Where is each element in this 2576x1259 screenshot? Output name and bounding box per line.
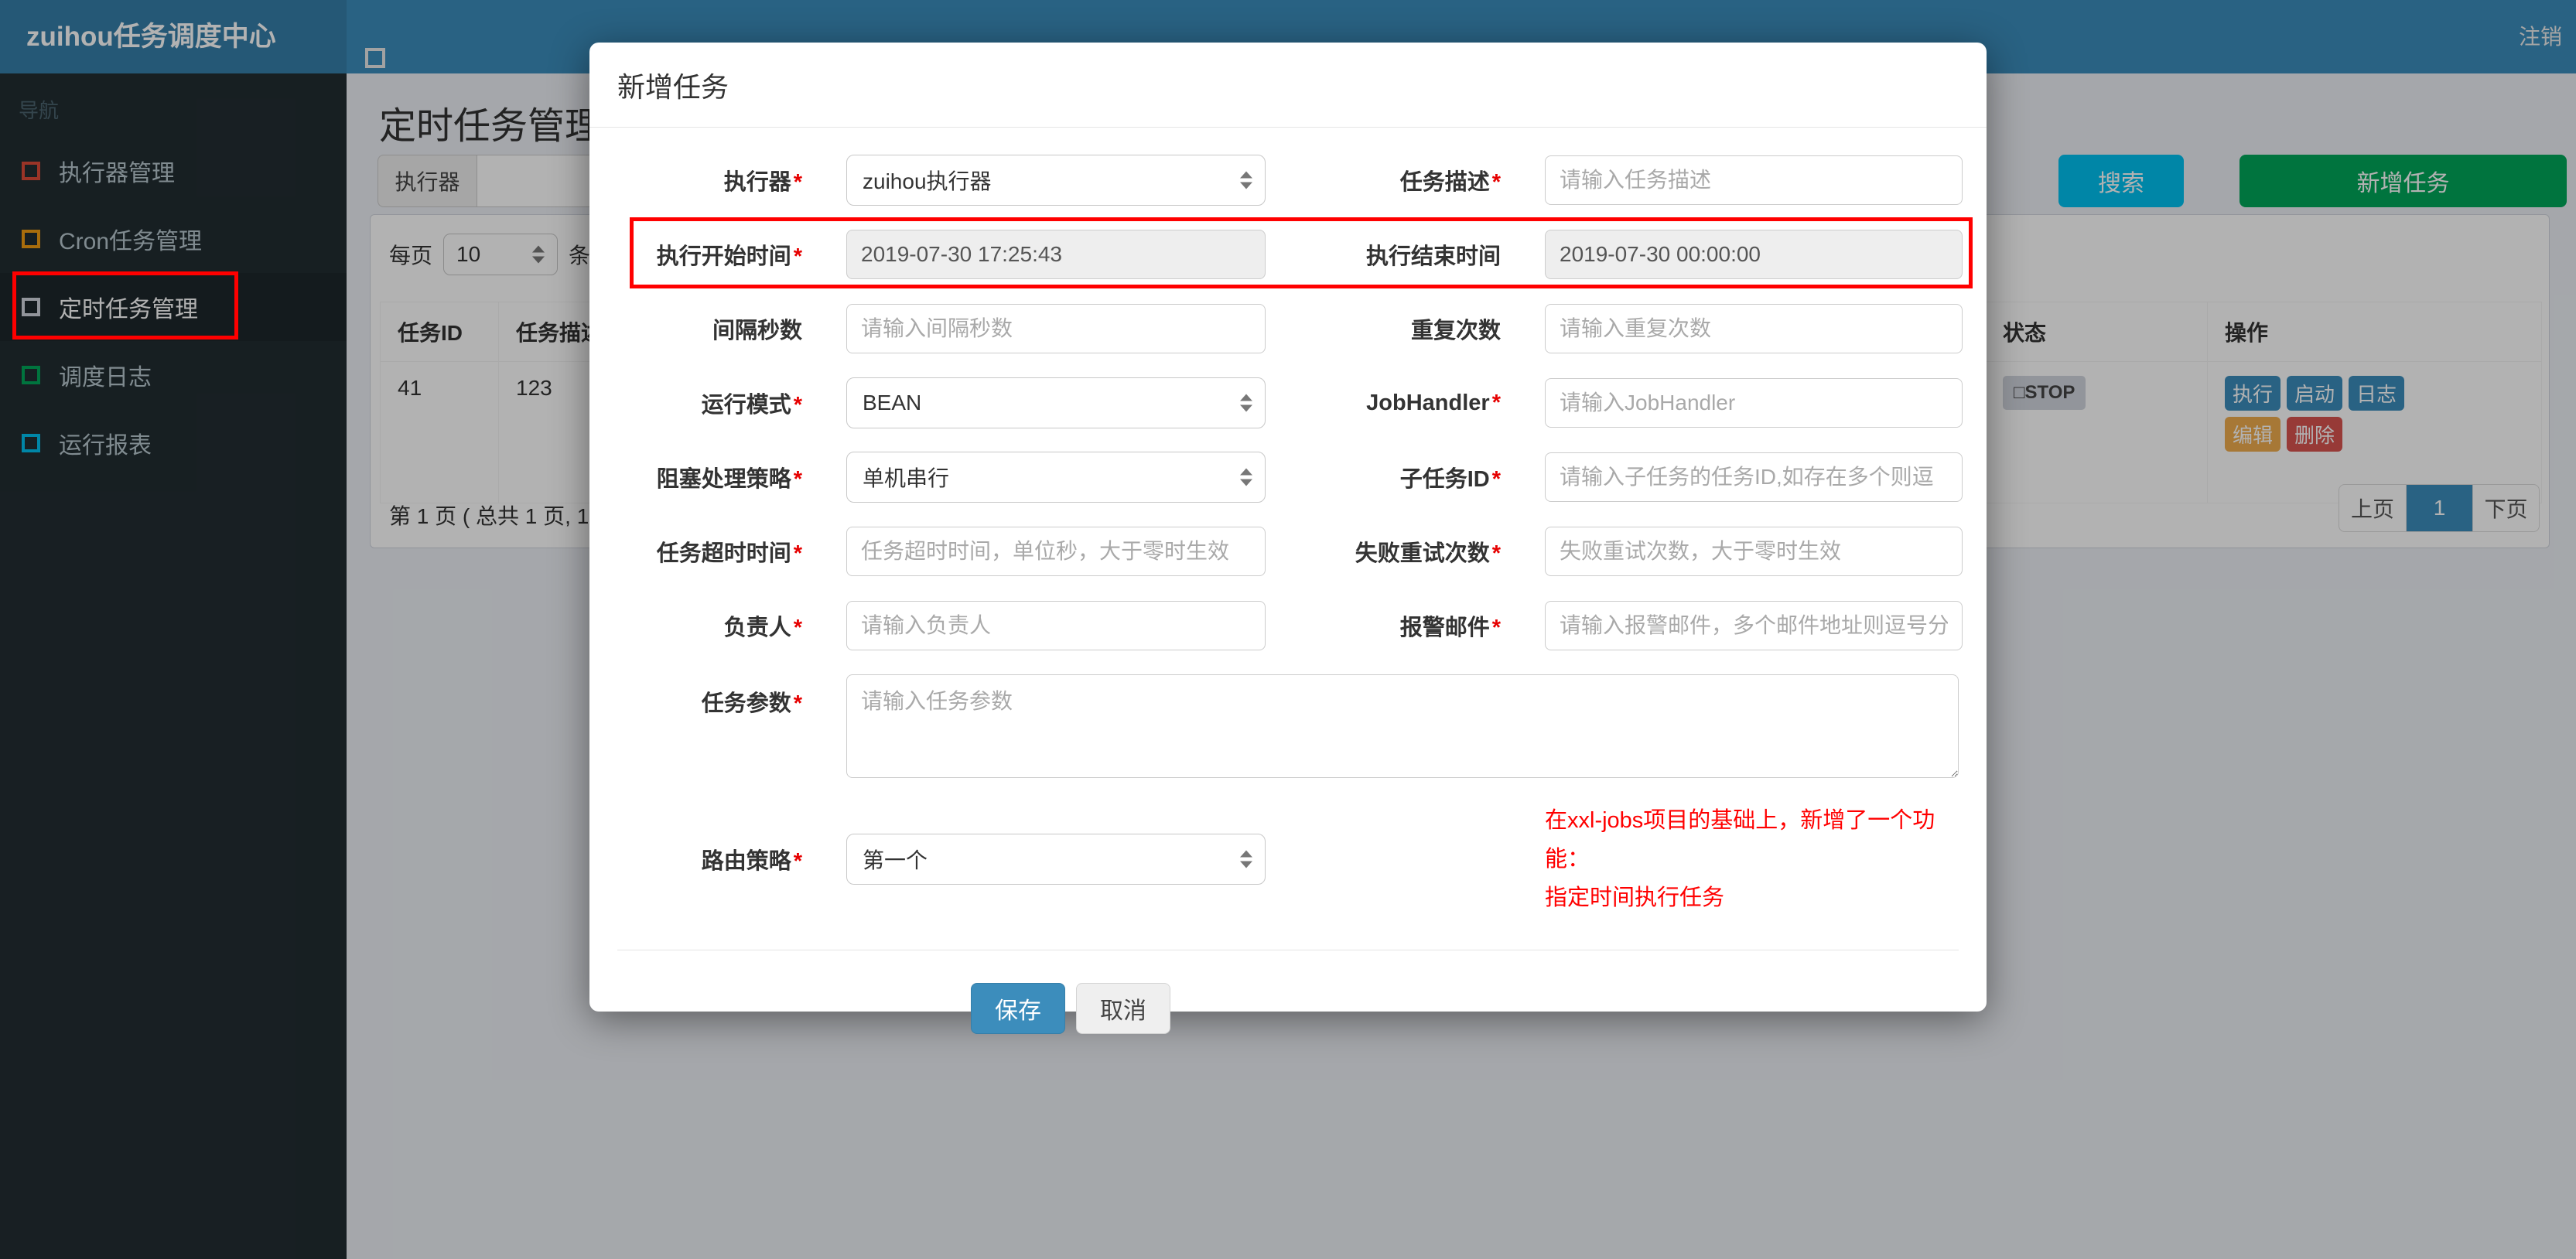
jobhandler-input[interactable] <box>1545 378 1963 428</box>
executor-select-value: zuihou执行器 <box>863 169 992 193</box>
executor-select[interactable]: zuihou执行器 <box>846 155 1266 206</box>
run-mode-select-value: BEAN <box>863 391 922 415</box>
form-row-timeout-retry: 任务超时时间* 失败重试次数* <box>617 526 1963 577</box>
repeat-count-label: 重复次数 <box>1410 319 1501 343</box>
start-time-input[interactable] <box>846 230 1266 279</box>
remark-line-1: 在xxl-jobs项目的基础上，新增了一个功能： <box>1545 808 1935 872</box>
modal-body: 执行器* zuihou执行器 任务描述* 执行开始时间* 执行结束时间 间隔秒数… <box>589 128 1987 1034</box>
modal-title: 新增任务 <box>617 70 729 103</box>
save-button[interactable]: 保存 <box>971 983 1065 1034</box>
run-mode-label: 运行模式 * <box>701 393 802 418</box>
jobhandler-label: JobHandler * <box>1366 390 1501 415</box>
select-caret-icon <box>1240 468 1252 486</box>
cancel-button[interactable]: 取消 <box>1076 983 1170 1034</box>
alarm-email-input[interactable] <box>1545 601 1963 650</box>
end-time-input[interactable] <box>1545 230 1963 279</box>
repeat-count-input[interactable] <box>1545 304 1963 353</box>
child-task-id-input[interactable] <box>1545 452 1963 502</box>
retry-count-label: 失败重试次数 * <box>1355 541 1501 566</box>
timeout-input[interactable] <box>846 527 1266 576</box>
task-params-label: 任务参数 * <box>701 691 802 716</box>
form-row-owner-email: 负责人* 报警邮件* <box>617 600 1963 651</box>
add-task-modal: 新增任务 执行器* zuihou执行器 任务描述* 执行开始时间* 执行结束时间… <box>589 43 1987 1034</box>
form-row-start-end-time: 执行开始时间* 执行结束时间 <box>617 229 1963 280</box>
route-strategy-label: 路由策略 * <box>701 849 802 874</box>
alarm-email-label: 报警邮件 * <box>1399 616 1501 640</box>
select-caret-icon <box>1240 171 1252 189</box>
feature-remark-text: 在xxl-jobs项目的基础上，新增了一个功能： 指定时间执行任务 <box>1545 801 1959 917</box>
executor-label: 执行器 * <box>723 170 802 195</box>
owner-input[interactable] <box>846 601 1266 650</box>
modal-header: 新增任务 <box>589 43 1987 128</box>
form-row-route-strategy: 路由策略 * 第一个 在xxl-jobs项目的基础上，新增了一个功能： 指定时间执… <box>617 801 1959 917</box>
retry-count-input[interactable] <box>1545 527 1963 576</box>
form-row-executor-desc: 执行器 * zuihou执行器 任务描述 * <box>617 155 1963 206</box>
select-caret-icon <box>1240 850 1252 868</box>
task-desc-label: 任务描述 * <box>1399 170 1501 195</box>
timeout-label: 任务超时时间 * <box>656 541 802 566</box>
task-desc-input[interactable] <box>1545 155 1963 205</box>
form-row-block-child: 阻塞处理策略 * 单机串行 子任务ID * <box>617 452 1963 503</box>
modal-footer: 保存 取消 <box>589 950 1987 1034</box>
select-caret-icon <box>1240 394 1252 412</box>
remark-line-2: 指定时间执行任务 <box>1545 885 1725 910</box>
child-task-id-label: 子任务ID * <box>1399 467 1501 492</box>
form-row-mode-handler: 运行模式 * BEAN JobHandler * <box>617 377 1963 428</box>
block-strategy-select-value: 单机串行 <box>863 466 950 490</box>
start-time-label: 执行开始时间 * <box>656 244 802 269</box>
end-time-label: 执行结束时间 <box>1365 244 1501 269</box>
owner-label: 负责人 * <box>723 616 802 640</box>
task-params-textarea[interactable] <box>846 674 1959 778</box>
run-mode-select[interactable]: BEAN <box>846 377 1266 428</box>
form-row-task-params: 任务参数 * <box>617 674 1959 778</box>
block-strategy-label: 阻塞处理策略 * <box>656 467 802 492</box>
interval-input[interactable] <box>846 304 1266 353</box>
route-strategy-select-value: 第一个 <box>863 848 928 872</box>
interval-label: 间隔秒数 <box>712 319 802 343</box>
block-strategy-select[interactable]: 单机串行 <box>846 452 1266 503</box>
route-strategy-select[interactable]: 第一个 <box>846 834 1266 885</box>
form-row-interval-repeat: 间隔秒数 重复次数 <box>617 303 1963 354</box>
